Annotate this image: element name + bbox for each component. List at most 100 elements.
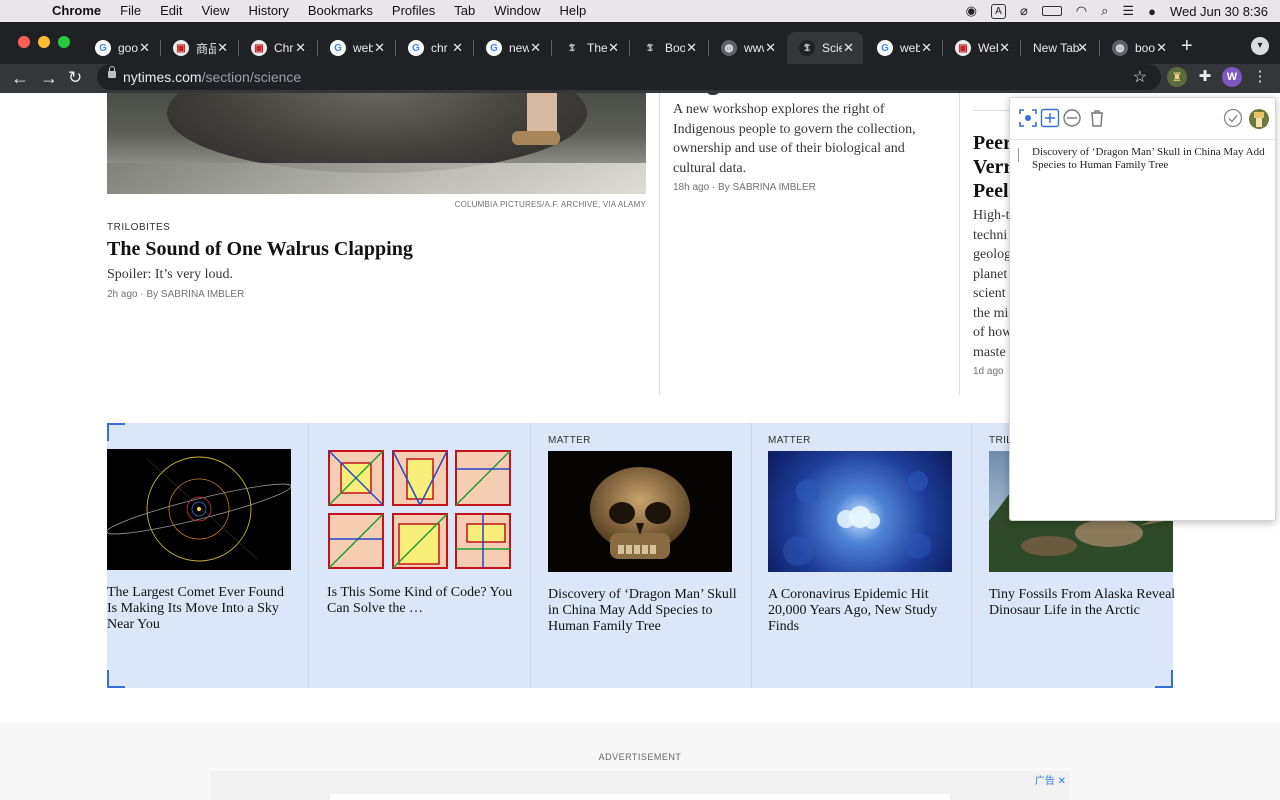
ad-choices-badge[interactable]: 广告 ✕	[1035, 772, 1066, 787]
browser-tab[interactable]: Gchr ✕	[396, 32, 472, 64]
wifi-icon[interactable]: ◠	[1076, 3, 1087, 19]
browser-tab[interactable]: ◍ www✕	[709, 32, 785, 64]
browser-tab[interactable]: ◍ boo ✕	[1100, 32, 1176, 64]
article-mid-author[interactable]: By SABRINA IMBLER	[718, 182, 816, 193]
menubar-clock[interactable]: Wed Jun 30 8:36	[1170, 4, 1268, 19]
mute-icon[interactable]: ⌀	[1020, 3, 1028, 19]
extension-logo-icon[interactable]	[1248, 108, 1269, 129]
select-element-icon[interactable]	[1018, 108, 1038, 128]
siri-icon[interactable]: ●	[1148, 4, 1156, 19]
maximize-window-button[interactable]	[58, 36, 70, 48]
tab-strip: Ggoo ✕ ▣ 商品 ✕ ▣ Chr ✕ Gweb ✕ Gchr ✕ Gnew ✕ 𝕿 The ✕ 𝕿 Boo ✕ ◍…	[0, 22, 1280, 64]
browser-tab[interactable]: 𝕿 Scie✕	[787, 32, 863, 64]
article-author[interactable]: By SABRINA IMBLER	[146, 289, 244, 300]
browser-tab[interactable]: Gnew ✕	[474, 32, 550, 64]
close-tab-icon[interactable]: ✕	[999, 40, 1010, 56]
comet-orbit-image[interactable]	[107, 449, 291, 570]
walrus-photo[interactable]	[107, 93, 646, 194]
close-window-button[interactable]	[18, 36, 30, 48]
selection-corner-bottom-left[interactable]	[107, 670, 125, 688]
menu-view[interactable]: View	[201, 0, 229, 22]
ad-content[interactable]	[330, 794, 950, 800]
strip-card-dragon-man[interactable]: MATTER Discovery of ‘Dragon Man’ Skull i…	[548, 423, 748, 688]
trash-icon[interactable]	[1087, 108, 1107, 128]
nyt-icon: 𝕿	[799, 40, 815, 56]
close-tab-icon[interactable]: ✕	[686, 40, 697, 56]
browser-tab[interactable]: 𝕿 Boo ✕	[630, 32, 706, 64]
puzzle-grid-image[interactable]	[327, 449, 511, 570]
menu-edit[interactable]: Edit	[160, 0, 182, 22]
keyboard-input-icon[interactable]: A	[990, 3, 1006, 19]
close-tab-icon[interactable]: ✕	[530, 40, 541, 56]
close-tab-icon[interactable]: ✕	[921, 40, 932, 56]
article-headline[interactable]: The Sound of One Walrus Clapping	[107, 238, 413, 261]
close-tab-icon[interactable]: ✕	[765, 40, 776, 56]
address-url[interactable]: nytimes.com/section/science	[123, 69, 301, 85]
control-center-icon[interactable]: ☰	[1122, 3, 1134, 19]
google-icon: G	[95, 40, 111, 56]
close-tab-icon[interactable]: ✕	[139, 40, 150, 56]
browser-tab[interactable]: Gweb ✕	[865, 32, 941, 64]
coronavirus-microscope-image[interactable]	[768, 451, 952, 572]
record-icon[interactable]: ◉	[966, 3, 977, 19]
back-button[interactable]: ←	[11, 67, 29, 89]
close-tab-icon[interactable]: ✕	[295, 40, 306, 56]
minimize-window-button[interactable]	[38, 36, 50, 48]
extension-icon[interactable]: ♜	[1167, 67, 1187, 87]
browser-tab[interactable]: ▣ WeE✕	[943, 32, 1019, 64]
remove-icon[interactable]	[1062, 108, 1082, 128]
reload-button[interactable]: ↻	[68, 67, 82, 89]
advertisement-box[interactable]: 广告 ✕	[210, 771, 1070, 800]
menu-file[interactable]: File	[120, 0, 141, 22]
strip-title[interactable]: Tiny Fossils From Alaska Reveal Dinosaur…	[989, 587, 1179, 619]
selection-corner-bottom-right[interactable]	[1155, 670, 1173, 688]
close-tab-icon[interactable]: ✕	[452, 40, 463, 56]
menu-app-name[interactable]: Chrome	[52, 0, 101, 22]
menu-help[interactable]: Help	[560, 0, 587, 22]
forward-button[interactable]: →	[40, 67, 58, 89]
article-right-summary: High-t techni geolog planet scient the m…	[973, 206, 1012, 362]
strip-card-puzzle[interactable]: Is This Some Kind of Code? You Can Solve…	[327, 423, 527, 688]
strip-title[interactable]: Is This Some Kind of Code? You Can Solve…	[327, 585, 517, 617]
selection-corner-top-left[interactable]	[107, 423, 125, 441]
close-tab-icon[interactable]: ✕	[843, 40, 854, 56]
battery-icon[interactable]	[1041, 6, 1062, 16]
browser-tab[interactable]: ▣ 商品 ✕	[161, 32, 237, 64]
menu-tab[interactable]: Tab	[454, 0, 475, 22]
browser-tab[interactable]: ▣ Chr ✕	[239, 32, 315, 64]
close-tab-icon[interactable]: ✕	[1156, 40, 1167, 56]
new-tab-button[interactable]: +	[1181, 36, 1193, 56]
menu-window[interactable]: Window	[494, 0, 540, 22]
profile-avatar[interactable]: W	[1222, 67, 1242, 87]
article-kicker[interactable]: TRILOBITES	[107, 222, 170, 233]
strip-title[interactable]: The Largest Comet Ever Found Is Making I…	[107, 585, 297, 633]
strip-card-coronavirus[interactable]: MATTER A Coronavirus Epidemic Hit 20,000…	[768, 423, 968, 688]
strip-title[interactable]: A Coronavirus Epidemic Hit 20,000 Years …	[768, 587, 958, 635]
browser-tab[interactable]: 𝕿 The ✕	[552, 32, 628, 64]
chrome-menu-icon[interactable]: ⋮	[1250, 67, 1270, 87]
close-tab-icon[interactable]: ✕	[374, 40, 385, 56]
confirm-check-icon[interactable]	[1223, 108, 1243, 128]
dragon-man-skull-image[interactable]	[548, 451, 732, 572]
browser-tab[interactable]: New Tab ✕	[1021, 32, 1097, 64]
close-tab-icon[interactable]: ✕	[1077, 40, 1088, 56]
browser-tab[interactable]: Ggoo ✕	[83, 32, 159, 64]
tab-search-button[interactable]: ▾	[1251, 37, 1269, 55]
close-tab-icon[interactable]: ✕	[217, 40, 228, 56]
extensions-puzzle-icon[interactable]: ✚	[1195, 67, 1215, 87]
menu-bookmarks[interactable]: Bookmarks	[308, 0, 373, 22]
add-icon[interactable]	[1040, 108, 1060, 128]
ad-close-icon[interactable]: ✕	[1058, 776, 1066, 787]
strip-card-comet[interactable]: The Largest Comet Ever Found Is Making I…	[107, 423, 307, 688]
close-tab-icon[interactable]: ✕	[608, 40, 619, 56]
article-right-headline[interactable]: Peer Verr Peel	[973, 131, 1012, 203]
bookmark-star-icon[interactable]: ☆	[1133, 67, 1147, 87]
menu-history[interactable]: History	[248, 0, 288, 22]
browser-tab[interactable]: Gweb ✕	[318, 32, 394, 64]
captured-note-text[interactable]: Discovery of ‘Dragon Man’ Skull in China…	[1032, 146, 1270, 172]
address-bar[interactable]: nytimes.com/section/science ☆	[97, 64, 1161, 90]
strip-title[interactable]: Discovery of ‘Dragon Man’ Skull in China…	[548, 587, 738, 635]
lock-icon[interactable]	[108, 66, 116, 78]
menu-profiles[interactable]: Profiles	[392, 0, 435, 22]
spotlight-search-icon[interactable]: ⌕	[1101, 3, 1108, 19]
